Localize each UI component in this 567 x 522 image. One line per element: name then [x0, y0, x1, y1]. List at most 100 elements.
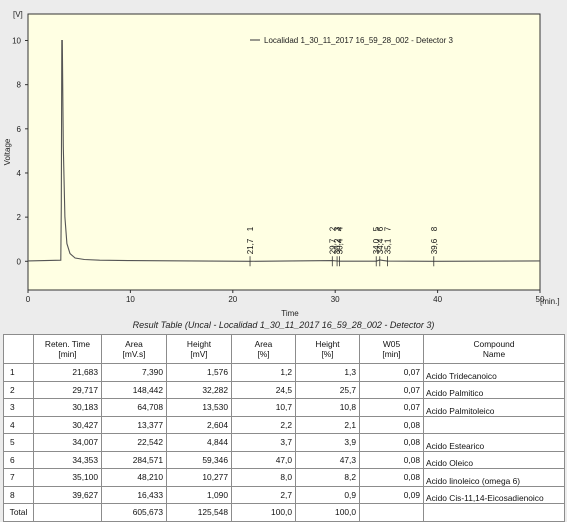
table-cell: 47,3	[295, 450, 360, 469]
table-cell: 39,627	[33, 485, 102, 504]
x-tick-label: 30	[331, 295, 340, 304]
table-cell: Acido Tridecanoico	[423, 363, 565, 382]
table-cell: 8,2	[295, 468, 360, 487]
table-cell: 8,0	[231, 468, 296, 487]
y-axis-label: Voltage	[3, 138, 12, 165]
column-header: Height [mV]	[166, 334, 232, 364]
table-cell: 5	[3, 433, 34, 452]
table-cell: 3,7	[231, 433, 296, 452]
table-cell: 13,377	[101, 415, 167, 434]
table-header-row: Reten. Time [min] Area [mV.s] Height [mV] Area…	[3, 334, 565, 364]
table-cell: 16,433	[101, 485, 167, 504]
table-cell: 25,7	[295, 380, 360, 399]
table-cell: 48,210	[101, 468, 167, 487]
peak-number-label: 1	[246, 226, 255, 231]
table-cell: 64,708	[101, 398, 167, 417]
column-header	[3, 334, 34, 364]
peak-number-label: 8	[430, 226, 439, 231]
peak-time-label: 39,6	[430, 238, 439, 254]
peak-time-label: 21,7	[246, 238, 255, 254]
chromatogram-panel: 0 2 4 6 8 10 0 10 20 30 40 50 [V] Voltage Time [min.] 21…	[0, 0, 567, 318]
table-cell: Acido Cis-11,14-Eicosadienoico	[423, 485, 565, 504]
column-header-title: Reten. Time	[44, 339, 91, 349]
table-cell: 10,277	[166, 468, 232, 487]
table-cell: 47,0	[231, 450, 296, 469]
table-row: 5 34,007 22,542 4,844 3,7 3,9 0,08 Acido Estear…	[3, 433, 565, 452]
table-cell: 34,007	[33, 433, 102, 452]
table-row: 2 29,717 148,442 32,282 24,5 25,7 0,07 Acido Pa…	[3, 380, 565, 399]
result-table-body: 1 21,683 7,390 1,576 1,2 1,3 0,07 Acido Trideca…	[3, 363, 565, 522]
column-header-unit: [%]	[257, 349, 270, 359]
table-cell: 0,08	[359, 450, 424, 469]
table-cell: 2,7	[231, 485, 296, 504]
x-tick-label: 0	[26, 295, 31, 304]
table-cell: 4	[3, 415, 34, 434]
table-cell: 0,08	[359, 415, 424, 434]
table-cell: 0,07	[359, 380, 424, 399]
table-cell: 2	[3, 380, 34, 399]
column-header-title: W05	[382, 339, 401, 349]
table-cell: 100,0	[295, 503, 360, 522]
table-cell: 1	[3, 363, 34, 382]
x-tick-label: 40	[433, 295, 442, 304]
y-tick-label: 6	[17, 125, 22, 134]
table-cell	[33, 503, 102, 522]
column-header: Area [%]	[231, 334, 296, 364]
table-cell: 59,346	[166, 450, 232, 469]
table-cell: 3	[3, 398, 34, 417]
table-cell: 22,542	[101, 433, 167, 452]
table-cell: Acido Palmitico	[423, 380, 565, 399]
plot-area	[27, 13, 541, 291]
table-cell: 100,0	[231, 503, 296, 522]
column-header-title: Area	[254, 339, 273, 349]
table-cell: 148,442	[101, 380, 167, 399]
y-unit-label: [V]	[13, 10, 23, 19]
table-cell: 0,08	[359, 468, 424, 487]
table-cell: 6	[3, 450, 34, 469]
table-cell: 1,3	[295, 363, 360, 382]
y-tick-label: 10	[12, 36, 21, 45]
table-cell: 0,08	[359, 433, 424, 452]
column-header: W05 [min]	[359, 334, 424, 364]
column-header-title: Compound	[473, 339, 515, 349]
y-tick-label: 0	[17, 257, 22, 266]
y-tick-label: 8	[17, 81, 22, 90]
table-cell: 1,090	[166, 485, 232, 504]
table-cell: 284,571	[101, 450, 167, 469]
table-row: 6 34,353 284,571 59,346 47,0 47,3 0,08 Acido Ol…	[3, 450, 565, 469]
table-row: 3 30,183 64,708 13,530 10,7 10,8 0,07 Acido Pal…	[3, 398, 565, 417]
table-cell: 125,548	[166, 503, 232, 522]
table-row: 7 35,100 48,210 10,277 8,0 8,2 0,08 Acido linol…	[3, 468, 565, 487]
column-header: Height [%]	[295, 334, 360, 364]
table-cell: 2,1	[295, 415, 360, 434]
x-axis-label: Time	[281, 309, 299, 318]
table-cell: 21,683	[33, 363, 102, 382]
result-table-title: Result Table (Uncal - Localidad 1_30_11_…	[132, 320, 435, 330]
table-cell: 2,604	[166, 415, 232, 434]
table-cell: 7,390	[101, 363, 167, 382]
table-cell: 7	[3, 468, 34, 487]
legend-entry: Localidad 1_30_11_2017 16_59_28_002 - De…	[264, 36, 453, 45]
table-cell: 8	[3, 485, 34, 504]
column-header-unit: [%]	[321, 349, 334, 359]
table-cell: Acido Oleico	[423, 450, 565, 469]
table-cell: 0,9	[295, 485, 360, 504]
x-tick-label: 20	[228, 295, 237, 304]
result-table-header: Reten. Time [min] Area [mV.s] Height [mV] Area…	[3, 334, 565, 364]
x-unit-label: [min.]	[540, 297, 560, 306]
y-tick-label: 4	[17, 169, 22, 178]
table-cell: 4,844	[166, 433, 232, 452]
result-table: Reten. Time [min] Area [mV.s] Height [mV] Area…	[3, 334, 565, 522]
table-cell: 0,07	[359, 363, 424, 382]
table-cell: Acido Palmitoleico	[423, 398, 565, 417]
table-row: 8 39,627 16,433 1,090 2,7 0,9 0,09 Acido Cis-11…	[3, 485, 565, 504]
table-cell: 30,183	[33, 398, 102, 417]
table-cell: Acido Estearico	[423, 433, 565, 452]
table-cell: 1,576	[166, 363, 232, 382]
chromatogram-chart: 02468100 10 20 30 40 50[V]VoltageTime[min.]21…	[3, 10, 560, 318]
table-cell: 29,717	[33, 380, 102, 399]
column-header-unit: [min]	[382, 349, 401, 359]
peak-time-label: 30,4	[336, 238, 345, 254]
table-cell: 0,09	[359, 485, 424, 504]
column-header-title: Height	[186, 339, 212, 349]
